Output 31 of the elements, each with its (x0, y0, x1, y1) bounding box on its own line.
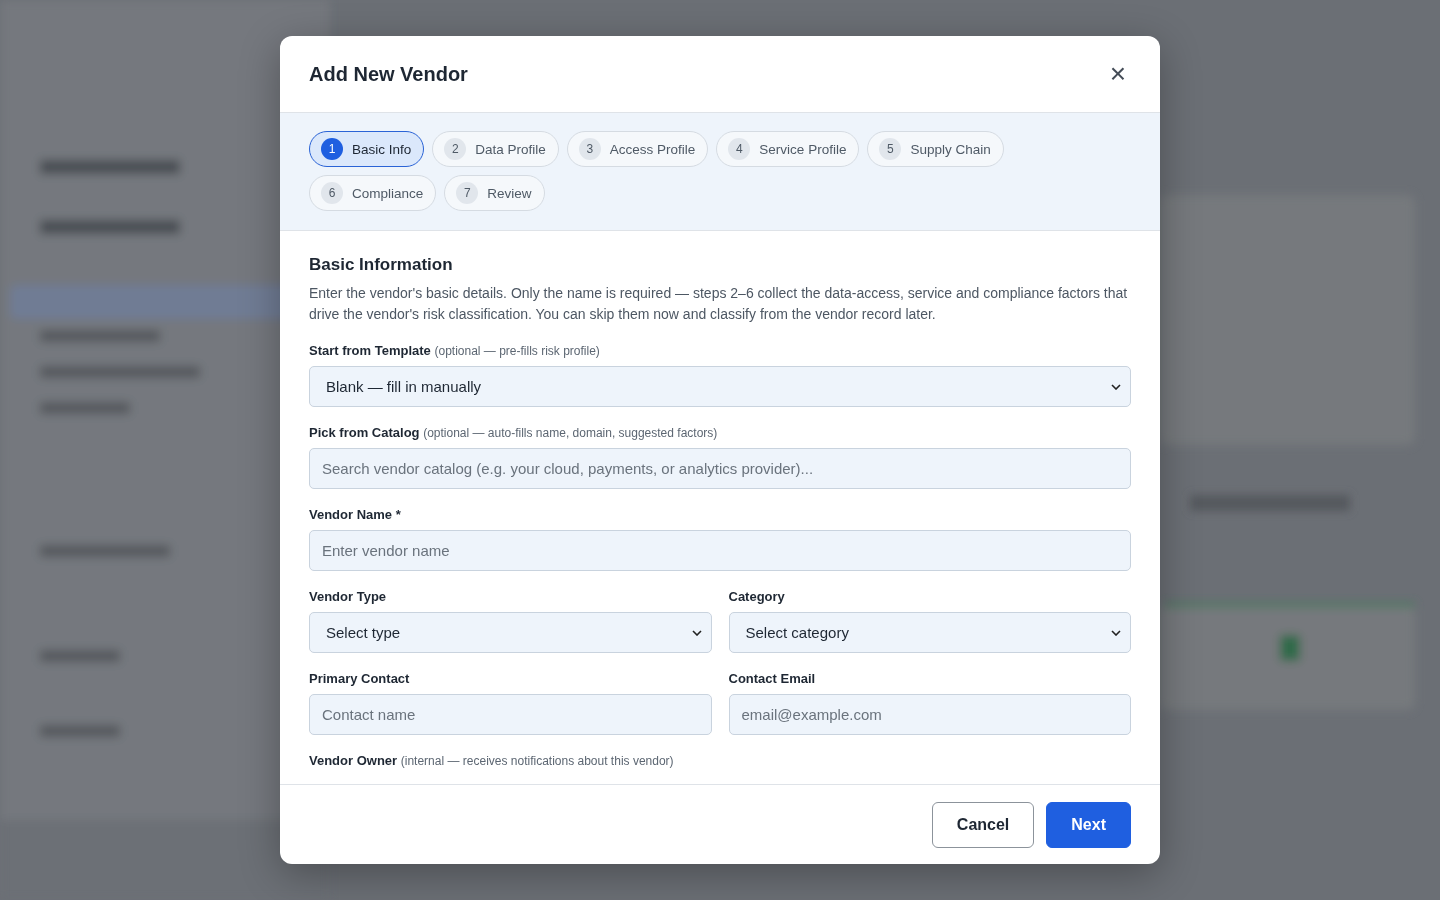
field-label: Pick from Catalog (optional — auto-fills name, domain, suggested factors) (309, 425, 719, 440)
chevron-icon (1111, 383, 1121, 390)
input-field[interactable]: Search vendor catalog (e.g. your cloud, payments, or analytics provider)... (309, 448, 1131, 489)
input-field[interactable]: Enter vendor name (309, 530, 1131, 571)
select-field[interactable]: Select type (309, 612, 712, 653)
input-field[interactable]: email@example.com (728, 694, 1131, 735)
field-label: Vendor Owner (internal — receives notifications about this vendor) (309, 753, 675, 768)
cancel-button[interactable]: Cancel (931, 801, 1035, 848)
field-label: Category (728, 589, 786, 604)
step-tab[interactable]: 6 Compliance (309, 175, 437, 211)
chevron-icon (691, 629, 702, 636)
step-tab[interactable]: 2 Data Profile (432, 131, 559, 167)
field-label: Contact Email (728, 671, 817, 686)
field-label: Vendor Type (309, 589, 388, 604)
select-field[interactable]: Select category (728, 612, 1131, 653)
section-description: Enter the vendor's basic details. Only the name is required — steps 2–6 collect the data-access, service and compliance factors that drive the vendor's risk classification. You can skip them now and classify from the vendor record later. (309, 284, 1129, 324)
step-tab[interactable]: 7 Review (444, 175, 545, 211)
step-tab[interactable]: 3 Access Profile (566, 131, 709, 167)
field-label: Start from Template (optional — pre-fills risk profile) (309, 343, 601, 358)
dialog-title: Add New Vendor (309, 62, 468, 86)
close-button[interactable]: × (1105, 60, 1130, 88)
field-label: Vendor Name * (309, 507, 402, 522)
step-tab[interactable]: 4 Service Profile (716, 131, 860, 167)
chevron-icon (1111, 629, 1121, 636)
step-tab[interactable]: 1 Basic Info (309, 131, 425, 167)
step-tab[interactable]: 5 Supply Chain (867, 131, 1004, 167)
next-button[interactable]: Next (1046, 801, 1131, 848)
section-title: Basic Information (309, 255, 454, 275)
input-field[interactable]: Contact name (309, 694, 712, 735)
field-label: Primary Contact (309, 671, 411, 686)
select-field[interactable]: Blank — fill in manually (309, 366, 1131, 407)
